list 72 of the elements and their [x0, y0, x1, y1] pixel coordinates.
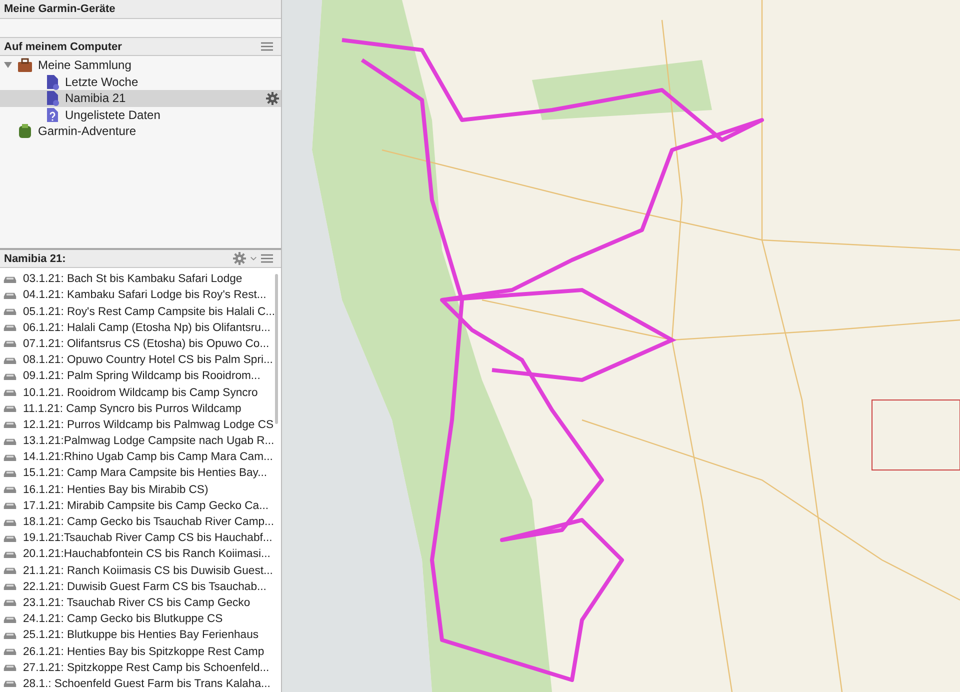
- car-icon: [3, 404, 17, 414]
- car-icon: [3, 663, 17, 672]
- document-icon: [44, 74, 60, 90]
- route-item[interactable]: 27.1.21: Spitzkoppe Rest Camp bis Schoenfeld...: [0, 660, 276, 676]
- route-item[interactable]: 04.1.21: Kambaku Safari Lodge bis Roy's Rest...: [0, 287, 276, 304]
- gear-icon[interactable]: [233, 252, 246, 266]
- route-item[interactable]: 23.1.21: Tsauchab River CS bis Camp Gecko: [0, 594, 276, 612]
- route-item[interactable]: 19.1.21:Tsauchab River Camp CS bis Hauchabf...: [0, 530, 276, 546]
- route-item[interactable]: 28.1.: Schoenfeld Guest Farm bis Trans Kalaha...: [0, 676, 276, 692]
- car-icon: [3, 307, 17, 316]
- route-item[interactable]: 26.1.21: Henties Bay bis Spitzkoppe Rest Camp: [0, 643, 276, 660]
- car-icon: [3, 598, 17, 608]
- car-icon: [3, 323, 17, 332]
- tree-item[interactable]: Meine Sammlung: [0, 57, 281, 74]
- route-item[interactable]: 22.1.21: Duwisib Guest Farm CS bis Tsauchab...: [0, 578, 276, 595]
- car-icon: [3, 468, 17, 478]
- route-item[interactable]: 09.1.21: Palm Spring Wildcamp bis Rooidrom...: [0, 368, 276, 384]
- route-item[interactable]: 03.1.21: Bach St bis Kambaku Safari Lodge: [0, 271, 276, 288]
- route-item[interactable]: 21.1.21: Ranch Koiimasis CS bis Duwisib Guest...: [0, 562, 276, 579]
- car-icon: [3, 436, 17, 446]
- section-title: Meine Garmin-Geräte: [4, 3, 116, 15]
- car-icon: [3, 290, 17, 300]
- car-icon: [3, 518, 17, 527]
- list-title: Namibia 21:: [4, 252, 67, 265]
- car-icon: [3, 339, 17, 348]
- car-icon: [3, 582, 17, 592]
- tree-item[interactable]: Ungelistete Daten: [0, 106, 281, 123]
- document-icon: [44, 90, 60, 106]
- scrollbar[interactable]: [275, 274, 278, 424]
- section-title: Auf meinem Computer: [4, 40, 123, 52]
- route-item[interactable]: 20.1.21:Hauchabfontein CS bis Ranch Koiimasi...: [0, 546, 276, 562]
- route-item[interactable]: 24.1.21: Camp Gecko bis Blutkuppe CS: [0, 611, 276, 628]
- route-item[interactable]: 25.1.21: Blutkuppe bis Henties Bay Ferienhaus: [0, 627, 276, 644]
- menu-icon[interactable]: [261, 254, 273, 264]
- car-icon: [3, 614, 17, 624]
- tree-item[interactable]: Letzte Woche: [0, 74, 281, 90]
- car-icon: [3, 356, 17, 365]
- caret-icon[interactable]: [250, 256, 257, 262]
- route-item[interactable]: 05.1.21: Roy's Rest Camp Campsite bis Halali C...: [0, 304, 276, 320]
- briefcase-icon: [17, 57, 33, 74]
- route-item[interactable]: 08.1.21: Opuwo Country Hotel CS bis Palm Spri...: [0, 352, 276, 368]
- question-document-icon: [44, 106, 60, 123]
- car-icon: [3, 274, 17, 284]
- car-icon: [3, 452, 17, 462]
- menu-icon[interactable]: [261, 42, 273, 51]
- car-icon: [3, 647, 17, 656]
- route-item[interactable]: 15.1.21: Camp Mara Campsite bis Henties Bay...: [0, 465, 276, 482]
- car-icon: [3, 679, 17, 688]
- car-icon: [3, 566, 17, 576]
- route-item[interactable]: 14.1.21:Rhino Ugab Camp bis Camp Mara Cam...: [0, 449, 276, 466]
- car-icon: [3, 630, 17, 640]
- route-item[interactable]: 11.1.21: Camp Syncro bis Purros Wildcamp: [0, 400, 276, 417]
- tree-item[interactable]: Namibia 21: [0, 90, 281, 106]
- route-item[interactable]: 17.1.21: Mirabib Campsite bis Camp Gecko Ca...: [0, 498, 276, 514]
- route-item[interactable]: 18.1.21: Camp Gecko bis Tsauchab River Camp...: [0, 514, 276, 530]
- car-icon: [3, 534, 17, 543]
- route-item[interactable]: 06.1.21: Halali Camp (Etosha Np) bis Olifantsru...: [0, 320, 276, 336]
- route-item[interactable]: 10.1.21. Rooidrom Wildcamp bis Camp Syncro: [0, 384, 276, 401]
- backpack-icon: [17, 123, 33, 140]
- car-icon: [3, 485, 17, 494]
- route-item[interactable]: 12.1.21: Purros Wildcamp bis Palmwag Lodge CS: [0, 416, 276, 433]
- car-icon: [3, 372, 17, 381]
- route-item[interactable]: 16.1.21: Henties Bay bis Mirabib CS): [0, 482, 276, 498]
- car-icon: [3, 550, 17, 559]
- gear-icon[interactable]: [266, 92, 279, 105]
- route-item[interactable]: 07.1.21: Olifantsrus CS (Etosha) bis Opuwo Co...: [0, 336, 276, 352]
- disclosure-triangle-icon[interactable]: [4, 61, 12, 70]
- car-icon: [3, 420, 17, 430]
- tree-item[interactable]: Garmin-Adventure: [0, 123, 281, 140]
- car-icon: [3, 501, 17, 510]
- car-icon: [3, 388, 17, 398]
- route-item[interactable]: 13.1.21:Palmwag Lodge Campsite nach Ugab R...: [0, 433, 276, 450]
